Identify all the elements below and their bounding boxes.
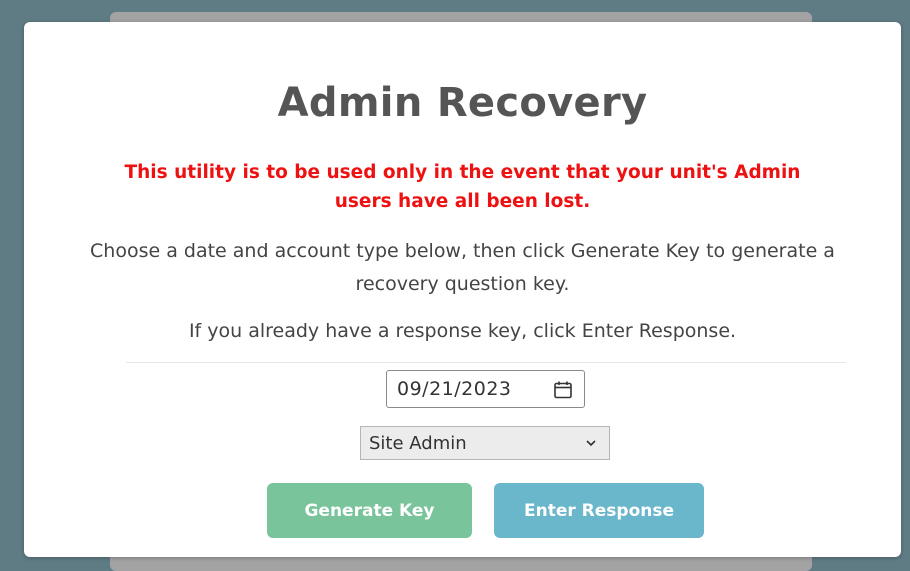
divider <box>126 362 846 363</box>
generate-key-button[interactable]: Generate Key <box>267 483 472 538</box>
warning-message: This utility is to be used only in the e… <box>124 162 801 212</box>
date-value: 09/21/2023 <box>397 378 512 400</box>
page-title: Admin Recovery <box>277 80 648 126</box>
date-input[interactable]: 09/21/2023 <box>386 370 585 408</box>
instructions-text: Choose a date and account type below, th… <box>90 240 835 295</box>
enter-response-button[interactable]: Enter Response <box>494 483 704 538</box>
chevron-down-icon <box>586 440 596 447</box>
account-type-select[interactable]: Site Admin <box>360 426 610 460</box>
account-type-value: Site Admin <box>369 432 467 454</box>
response-hint-text: If you already have a response key, clic… <box>188 320 737 342</box>
admin-recovery-modal: Admin Recovery This utility is to be use… <box>24 22 901 557</box>
calendar-icon[interactable] <box>553 380 573 400</box>
